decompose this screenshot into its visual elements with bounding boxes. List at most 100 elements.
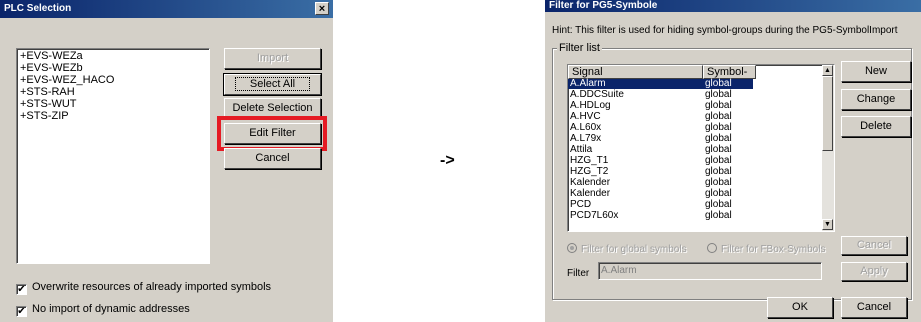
- row-signal: A.L60x: [570, 122, 602, 133]
- table-row[interactable]: A.L79x global: [568, 134, 808, 144]
- column-header-symbol-type[interactable]: Symbol-T...: [703, 65, 756, 91]
- row-signal: A.HDLog: [570, 100, 611, 111]
- table-row[interactable]: A.HVC global: [568, 112, 808, 122]
- row-symbol-type: global: [705, 210, 732, 221]
- filter-dialog-titlebar[interactable]: Filter for PG5-Symbole: [545, 0, 921, 12]
- scroll-thumb[interactable]: [822, 76, 833, 151]
- checkbox-check-icon: ✔: [16, 306, 27, 317]
- plc-selection-title: PLC Selection: [4, 3, 72, 14]
- row-signal: PCD7L60x: [570, 210, 619, 221]
- table-row[interactable]: HZG_T2 global: [568, 167, 808, 177]
- table-row[interactable]: A.L60x global: [568, 123, 808, 133]
- ok-button-label: OK: [792, 301, 808, 313]
- plc-selection-titlebar[interactable]: PLC Selection ×: [0, 0, 333, 18]
- plc-list-item[interactable]: +EVS-WEZa: [18, 50, 208, 62]
- select-all-button[interactable]: Select All: [223, 73, 322, 96]
- row-symbol-type: global: [705, 144, 732, 155]
- table-row[interactable]: HZG_T1 global: [568, 156, 808, 166]
- plc-list[interactable]: +EVS-WEZa +EVS-WEZb +EVS-WEZ_HACO +STS-RAH +…: [16, 48, 210, 264]
- plc-list-item[interactable]: +STS-WUT: [18, 98, 208, 110]
- row-symbol-type: global: [705, 122, 732, 133]
- plc-list-item[interactable]: +STS-RAH: [18, 86, 208, 98]
- cancel-button[interactable]: Cancel: [224, 148, 321, 169]
- row-signal: Kalender: [570, 177, 611, 188]
- overwrite-resources-checkbox[interactable]: ✔ Overwrite resources of already imported…: [16, 281, 271, 295]
- new-button[interactable]: New: [841, 61, 911, 82]
- row-signal: HZG_T2: [570, 166, 609, 177]
- row-symbol-type: global: [705, 166, 732, 177]
- scroll-down-icon[interactable]: ▼: [822, 219, 833, 230]
- table-row[interactable]: Attila global: [568, 145, 808, 155]
- radio-fbox-symbols-label: Filter for FBox-Symbols: [721, 244, 826, 255]
- table-row[interactable]: A.DDCSuite global: [568, 90, 808, 100]
- apply-button[interactable]: Apply: [841, 262, 907, 281]
- delete-button-label: Delete: [860, 120, 892, 132]
- scroll-up-icon[interactable]: ▲: [822, 65, 833, 76]
- radio-global-symbols[interactable]: Filter for global symbols: [567, 243, 687, 255]
- table-row[interactable]: Kalender global: [568, 189, 808, 199]
- change-button-label: Change: [856, 93, 896, 105]
- filter-input[interactable]: A.Alarm: [598, 262, 822, 280]
- column-header-signal-label: Signal: [572, 66, 603, 78]
- table-row[interactable]: A.HDLog global: [568, 101, 808, 111]
- plc-list-item[interactable]: +EVS-WEZ_HACO: [18, 74, 208, 86]
- no-dynamic-import-checkbox[interactable]: ✔ No import of dynamic addresses: [16, 303, 190, 317]
- row-symbol-type: global: [705, 155, 732, 166]
- row-signal: Attila: [570, 144, 593, 155]
- overwrite-resources-label: Overwrite resources of already imported …: [32, 281, 272, 293]
- row-symbol-type: global: [705, 78, 732, 89]
- close-icon[interactable]: ×: [315, 2, 329, 15]
- inner-cancel-button[interactable]: Cancel: [841, 236, 907, 255]
- import-button[interactable]: Import: [224, 48, 321, 69]
- filter-cancel-button-label: Cancel: [856, 301, 892, 313]
- table-row[interactable]: Kalender global: [568, 178, 808, 188]
- import-button-label: Import: [256, 52, 289, 64]
- ok-button[interactable]: OK: [767, 297, 833, 318]
- row-symbol-type: global: [705, 111, 732, 122]
- radio-unselected-icon: [707, 243, 717, 253]
- edit-filter-highlight: [217, 116, 327, 151]
- filter-input-value: A.Alarm: [601, 265, 637, 276]
- row-signal: PCD: [570, 199, 592, 210]
- delete-selection-button-label: Delete Selection: [232, 102, 313, 114]
- filter-dialog: Filter for PG5-Symbole Hint: This filter…: [545, 0, 921, 322]
- plc-list-item[interactable]: +EVS-WEZb: [18, 62, 208, 74]
- table-row[interactable]: A.Alarm global: [568, 79, 753, 89]
- filter-table-scrollbar[interactable]: ▲ ▼: [822, 65, 834, 231]
- filter-table[interactable]: Signal Symbol-T... A.AlarmglobalA.DDCSui…: [567, 64, 835, 232]
- row-signal: A.Alarm: [570, 78, 606, 89]
- row-symbol-type: global: [705, 199, 732, 210]
- row-signal: A.DDCSuite: [570, 89, 624, 100]
- apply-button-label: Apply: [860, 265, 888, 277]
- radio-selected-icon: [567, 243, 577, 253]
- transition-arrow: ->: [440, 152, 455, 169]
- checkbox-check-icon: ✔: [16, 284, 27, 295]
- filter-dialog-title: Filter for PG5-Symbole: [549, 0, 658, 11]
- row-symbol-type: global: [705, 177, 732, 188]
- row-signal: A.HVC: [570, 111, 601, 122]
- radio-fbox-symbols[interactable]: Filter for FBox-Symbols: [707, 243, 825, 255]
- change-button[interactable]: Change: [841, 89, 911, 110]
- cancel-button-label: Cancel: [255, 152, 290, 164]
- row-symbol-type: global: [705, 133, 732, 144]
- column-header-signal[interactable]: Signal: [568, 65, 703, 79]
- filter-list-group-label: Filter list: [557, 42, 602, 54]
- row-symbol-type: global: [705, 188, 732, 199]
- table-row[interactable]: PCD global: [568, 200, 808, 210]
- plc-selection-dialog: PLC Selection × +EVS-WEZa +EVS-WEZb +EVS-W…: [0, 0, 333, 322]
- row-symbol-type: global: [705, 89, 732, 100]
- filter-label: Filter: [567, 268, 590, 279]
- row-signal: HZG_T1: [570, 155, 609, 166]
- radio-global-symbols-label: Filter for global symbols: [581, 244, 687, 255]
- select-all-button-label: Select All: [234, 77, 311, 91]
- plc-list-item[interactable]: +STS-ZIP: [18, 110, 208, 122]
- no-dynamic-import-label: No import of dynamic addresses: [32, 303, 190, 315]
- row-symbol-type: global: [705, 100, 732, 111]
- inner-cancel-button-label: Cancel: [856, 239, 892, 251]
- filter-hint: Hint: This filter is used for hiding sym…: [552, 25, 898, 36]
- filter-cancel-button[interactable]: Cancel: [841, 297, 907, 318]
- row-signal: A.L79x: [570, 133, 602, 144]
- new-button-label: New: [864, 65, 887, 77]
- delete-button[interactable]: Delete: [841, 116, 911, 137]
- table-row[interactable]: PCD7L60x global: [568, 211, 808, 221]
